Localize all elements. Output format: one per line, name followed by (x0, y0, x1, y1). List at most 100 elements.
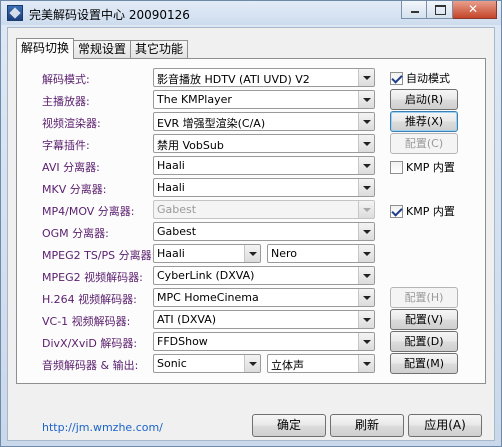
mpeg2-ts-splitter-value: Haali (157, 247, 185, 260)
vc1-decoder-label: VC-1 视频解码器: (42, 315, 131, 328)
tab-other-functions[interactable]: 其它功能 (130, 40, 189, 58)
kmp-builtin-label: KMP 内置 (406, 161, 455, 174)
row-mpeg2-video-decoder: MPEG2 视频解码器: CyberLink (DXVA) (17, 265, 487, 287)
h264-decoder-value: MPC HomeCinema (157, 291, 259, 304)
chevron-down-icon[interactable] (358, 179, 374, 196)
row-decode-mode: 解码模式: 影音播放 HDTV (ATI UVD) V2 自动模式 (17, 67, 487, 89)
chevron-down-icon[interactable] (358, 201, 374, 218)
maximize-icon[interactable] (427, 1, 453, 19)
kmp-builtin-label: KMP 内置 (406, 205, 455, 218)
config-m-button[interactable]: 配置(M) (390, 353, 458, 374)
avi-splitter-select[interactable]: Haali (153, 156, 375, 175)
ogm-splitter-label: OGM 分离器: (42, 227, 109, 240)
checkbox-checked-icon[interactable] (390, 71, 403, 85)
chevron-down-icon[interactable] (358, 267, 374, 284)
minimize-icon[interactable] (401, 1, 427, 19)
website-link[interactable]: http://jm.wmzhe.com/ (42, 421, 163, 434)
avi-splitter-value: Haali (157, 159, 185, 172)
mp4-splitter-select[interactable]: Gabest (153, 200, 375, 219)
chevron-down-icon[interactable] (358, 91, 374, 108)
video-renderer-value: EVR 增强型渲染(C/A) (157, 117, 266, 130)
mkv-splitter-select[interactable]: Haali (153, 178, 375, 197)
kmp-builtin-mp4-checkbox[interactable]: KMP 内置 (390, 203, 455, 219)
kmp-builtin-avi-checkbox[interactable]: KMP 内置 (390, 159, 455, 175)
recommend-button[interactable]: 推荐(X) (390, 111, 458, 132)
row-mkv-splitter: MKV 分离器: Haali (17, 177, 487, 199)
row-divx-decoder: DivX/XviD 解码器: FFDShow 配置(D) (17, 331, 487, 353)
row-subtitle-plugin: 字幕插件: 禁用 VobSub 配置(C) (17, 133, 487, 155)
chevron-down-icon[interactable] (358, 135, 374, 152)
title-bar[interactable]: 完美解码设置中心 20090126 (1, 1, 501, 25)
config-d-button[interactable]: 配置(D) (390, 331, 458, 352)
vc1-decoder-select[interactable]: ATI (DXVA) (153, 310, 375, 329)
chevron-down-icon[interactable] (358, 223, 374, 240)
checkbox-empty-icon[interactable] (390, 160, 403, 174)
row-vc1-decoder: VC-1 视频解码器: ATI (DXVA) 配置(V) (17, 309, 487, 331)
row-mpeg2-ts-splitter: MPEG2 TS/PS 分离器: Haali Nero (17, 243, 487, 265)
chevron-down-icon[interactable] (244, 245, 260, 262)
subtitle-plugin-label: 字幕插件: (42, 139, 90, 152)
main-player-select[interactable]: The KMPlayer (153, 90, 375, 109)
row-video-renderer: 视频渲染器: EVR 增强型渲染(C/A) 推荐(X) (17, 111, 487, 133)
avi-splitter-label: AVI 分离器: (42, 161, 100, 174)
mpeg2-ts-splitter-alt-value: Nero (271, 247, 298, 260)
chevron-down-icon[interactable] (358, 289, 374, 306)
close-icon[interactable] (453, 1, 497, 19)
audio-decoder-select[interactable]: Sonic (153, 354, 261, 373)
dialog-client: 解码切换 常规设置 其它功能 解码模式: 影音播放 HDTV (ATI UVD)… (7, 27, 495, 441)
ogm-splitter-select[interactable]: Gabest (153, 222, 375, 241)
mpeg2-video-decoder-label: MPEG2 视频解码器: (42, 271, 143, 284)
chevron-down-icon[interactable] (358, 245, 374, 262)
audio-output-select[interactable]: 立体声 (267, 354, 375, 373)
chevron-down-icon[interactable] (358, 113, 374, 130)
chevron-down-icon[interactable] (358, 355, 374, 372)
h264-decoder-select[interactable]: MPC HomeCinema (153, 288, 375, 307)
launch-button[interactable]: 启动(R) (390, 89, 458, 110)
video-renderer-select[interactable]: EVR 增强型渲染(C/A) (153, 112, 375, 131)
config-v-button[interactable]: 配置(V) (390, 309, 458, 330)
config-h-button[interactable]: 配置(H) (390, 287, 458, 308)
ok-button[interactable]: 确定 (252, 414, 326, 437)
subtitle-plugin-value: 禁用 VobSub (157, 139, 224, 152)
row-avi-splitter: AVI 分离器: Haali KMP 内置 (17, 155, 487, 177)
mkv-splitter-label: MKV 分离器: (42, 183, 107, 196)
subtitle-plugin-select[interactable]: 禁用 VobSub (153, 134, 375, 153)
auto-mode-label: 自动模式 (406, 72, 450, 85)
row-h264-decoder: H.264 视频解码器: MPC HomeCinema 配置(H) (17, 287, 487, 309)
decode-panel: 解码模式: 影音播放 HDTV (ATI UVD) V2 自动模式 主播放器: … (16, 58, 486, 384)
row-main-player: 主播放器: The KMPlayer 启动(R) (17, 89, 487, 111)
refresh-button[interactable]: 刷新 (330, 414, 404, 437)
mpeg2-ts-splitter-alt-select[interactable]: Nero (267, 244, 375, 263)
divx-decoder-value: FFDShow (157, 335, 208, 348)
tab-strip: 解码切换 常规设置 其它功能 (16, 38, 189, 59)
audio-decoder-value: Sonic (157, 357, 187, 370)
mp4-splitter-label: MP4/MOV 分离器: (42, 205, 135, 218)
chevron-down-icon[interactable] (244, 355, 260, 372)
config-c-button[interactable]: 配置(C) (390, 133, 458, 154)
decode-mode-value: 影音播放 HDTV (ATI UVD) V2 (157, 73, 310, 86)
chevron-down-icon[interactable] (358, 69, 374, 86)
row-ogm-splitter: OGM 分离器: Gabest (17, 221, 487, 243)
settings-window: 完美解码设置中心 20090126 解码切换 常规设置 其它功能 解码模式: 影… (0, 0, 502, 447)
auto-mode-checkbox[interactable]: 自动模式 (390, 70, 450, 86)
mpeg2-ts-splitter-select[interactable]: Haali (153, 244, 261, 263)
chevron-down-icon[interactable] (358, 311, 374, 328)
window-title: 完美解码设置中心 20090126 (29, 8, 190, 22)
chevron-down-icon[interactable] (358, 333, 374, 350)
checkbox-checked-icon[interactable] (390, 204, 403, 218)
mpeg2-video-decoder-select[interactable]: CyberLink (DXVA) (153, 266, 375, 285)
row-audio-decoder: 音频解码器 & 输出: Sonic 立体声 配置(M) (17, 353, 487, 375)
tab-decode-switch[interactable]: 解码切换 (16, 38, 75, 59)
apply-button[interactable]: 应用(A) (408, 414, 482, 437)
caption-buttons (401, 1, 497, 19)
main-player-label: 主播放器: (42, 95, 90, 108)
mp4-splitter-value: Gabest (157, 203, 197, 216)
tab-general-settings[interactable]: 常规设置 (73, 40, 132, 58)
main-player-value: The KMPlayer (157, 93, 232, 106)
divx-decoder-select[interactable]: FFDShow (153, 332, 375, 351)
chevron-down-icon[interactable] (358, 157, 374, 174)
video-renderer-label: 视频渲染器: (42, 117, 101, 130)
decode-mode-select[interactable]: 影音播放 HDTV (ATI UVD) V2 (153, 68, 375, 87)
mkv-splitter-value: Haali (157, 181, 185, 194)
h264-decoder-label: H.264 视频解码器: (42, 293, 137, 306)
